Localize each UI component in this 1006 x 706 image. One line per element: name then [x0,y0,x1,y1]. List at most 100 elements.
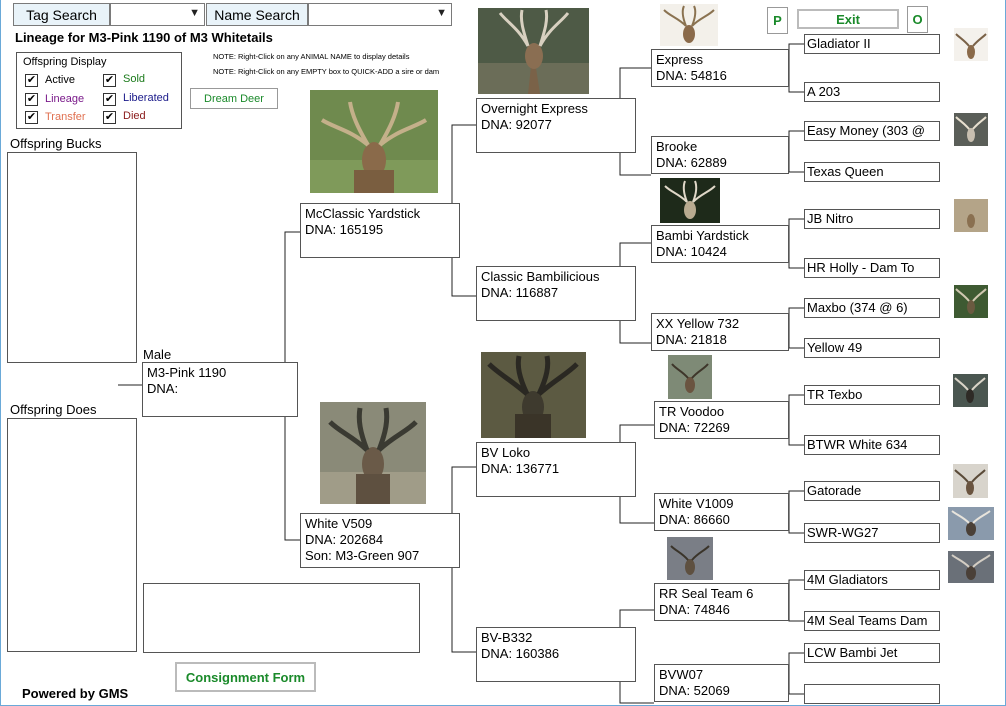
animal-name[interactable]: Express [656,52,784,68]
gen4-card[interactable]: Maxbo (374 @ 6) [804,298,940,318]
offspring-does-list[interactable] [7,418,137,652]
tag-search-label: Tag Search [13,3,110,26]
animal-name[interactable]: Classic Bambilicious [481,269,631,285]
checkbox-sold[interactable]: ✔ [103,74,116,87]
animal-name[interactable]: JB Nitro [807,211,853,226]
gen3-card[interactable]: RR Seal Team 6 DNA: 74846 [654,583,789,621]
granddam-paternal-card[interactable]: Classic Bambilicious DNA: 116887 [476,266,636,321]
offspring-bucks-list[interactable] [7,152,137,363]
animal-name[interactable]: Gatorade [807,483,861,498]
checkbox-transfer[interactable]: ✔ [25,111,38,124]
gen4-card[interactable]: HR Holly - Dam To [804,258,940,278]
animal-name[interactable]: BV-B332 [481,630,631,646]
gen4-card[interactable]: Gatorade [804,481,940,501]
granddam-maternal-card[interactable]: BV-B332 DNA: 160386 [476,627,636,682]
animal-name[interactable]: TR Texbo [807,387,862,402]
legend-transfer-label: Transfer [45,111,86,123]
o-button[interactable]: O [907,6,928,33]
animal-name[interactable]: 4M Seal Teams Dam [807,613,927,628]
gen3-card[interactable]: White V1009 DNA: 86660 [654,493,789,531]
deer-photo[interactable] [660,4,718,46]
deer-photo[interactable] [481,352,586,438]
animal-name[interactable]: Bambi Yardstick [656,228,784,244]
deer-photo[interactable] [953,374,988,407]
consignment-form-button[interactable]: Consignment Form [175,662,316,692]
animal-name[interactable]: Maxbo (374 @ 6) [807,300,908,315]
gen3-card[interactable]: Bambi Yardstick DNA: 10424 [651,225,789,263]
animal-name[interactable]: White V1009 [659,496,784,512]
deer-photo[interactable] [954,113,988,146]
animal-name[interactable]: 4M Gladiators [807,572,888,587]
gen4-card[interactable]: LCW Bambi Jet [804,643,940,663]
legend-title: Offspring Display [23,56,107,68]
animal-name[interactable]: BV Loko [481,445,631,461]
offspring-display-legend: Offspring Display ✔ Active ✔ Sold ✔ Line… [16,52,182,129]
animal-name[interactable]: Brooke [656,139,784,155]
checkbox-died[interactable]: ✔ [103,111,116,124]
animal-name[interactable]: Texas Queen [807,164,884,179]
animal-name[interactable]: XX Yellow 732 [656,316,784,332]
gen4-card[interactable]: Gladiator II [804,34,940,54]
animal-dna: DNA: 21818 [656,332,727,347]
gen3-card[interactable]: BVW07 DNA: 52069 [654,664,789,702]
dam-name[interactable]: White V509 [305,516,455,532]
gen4-card[interactable]: TR Texbo [804,385,940,405]
gen4-card[interactable]: SWR-WG27 [804,523,940,543]
animal-name[interactable]: Easy Money (303 @ [807,123,925,138]
animal-name[interactable]: A 203 [807,84,840,99]
sire-name[interactable]: McClassic Yardstick [305,206,455,222]
deer-photo[interactable] [310,90,438,193]
deer-photo[interactable] [478,8,589,94]
p-button[interactable]: P [767,7,788,34]
deer-photo[interactable] [948,551,994,583]
gen4-card[interactable]: Yellow 49 [804,338,940,358]
grandsire-maternal-card[interactable]: BV Loko DNA: 136771 [476,442,636,497]
grandsire-paternal-card[interactable]: Overnight Express DNA: 92077 [476,98,636,153]
checkbox-active[interactable]: ✔ [25,74,38,87]
subject-name[interactable]: M3-Pink 1190 [147,365,293,381]
animal-name[interactable]: LCW Bambi Jet [807,645,897,660]
tag-search-combo[interactable]: ▼ [110,3,205,26]
gen4-card[interactable] [804,684,940,704]
subject-card[interactable]: M3-Pink 1190 DNA: [142,362,298,417]
gen4-card[interactable]: Texas Queen [804,162,940,182]
gen4-card[interactable]: 4M Seal Teams Dam [804,611,940,631]
deer-photo[interactable] [954,28,988,61]
deer-photo[interactable] [954,285,988,318]
notes-box[interactable] [143,583,420,653]
animal-name[interactable]: HR Holly - Dam To [807,260,914,275]
gen3-card[interactable]: Express DNA: 54816 [651,49,789,87]
checkbox-lineage[interactable]: ✔ [25,93,38,106]
deer-photo[interactable] [660,178,720,223]
deer-photo[interactable] [948,507,994,540]
name-search-combo[interactable]: ▼ [308,3,452,26]
animal-name[interactable]: Yellow 49 [807,340,862,355]
gen3-card[interactable]: XX Yellow 732 DNA: 21818 [651,313,789,351]
animal-name[interactable]: RR Seal Team 6 [659,586,784,602]
sire-card[interactable]: McClassic Yardstick DNA: 165195 [300,203,460,258]
deer-photo[interactable] [320,402,426,504]
animal-name[interactable]: BTWR White 634 [807,437,907,452]
deer-photo[interactable] [667,537,713,580]
animal-name[interactable]: Gladiator II [807,36,871,51]
exit-button[interactable]: Exit [797,9,899,29]
animal-name[interactable]: Overnight Express [481,101,631,117]
dream-deer-button[interactable]: Dream Deer [190,88,278,109]
gen3-card[interactable]: TR Voodoo DNA: 72269 [654,401,789,439]
gen4-card[interactable]: BTWR White 634 [804,435,940,455]
animal-name[interactable]: BVW07 [659,667,784,683]
gen4-card[interactable]: A 203 [804,82,940,102]
animal-name[interactable]: SWR-WG27 [807,525,879,540]
gen3-card[interactable]: Brooke DNA: 62889 [651,136,789,174]
deer-photo[interactable] [954,199,988,232]
legend-active-label: Active [45,74,75,86]
animal-name[interactable]: TR Voodoo [659,404,784,420]
deer-photo[interactable] [953,464,988,498]
animal-dna: DNA: 86660 [659,512,730,527]
checkbox-liberated[interactable]: ✔ [103,93,116,106]
gen4-card[interactable]: 4M Gladiators [804,570,940,590]
gen4-card[interactable]: JB Nitro [804,209,940,229]
deer-photo[interactable] [668,355,712,399]
gen4-card[interactable]: Easy Money (303 @ [804,121,940,141]
dam-card[interactable]: White V509 DNA: 202684 Son: M3-Green 907 [300,513,460,568]
